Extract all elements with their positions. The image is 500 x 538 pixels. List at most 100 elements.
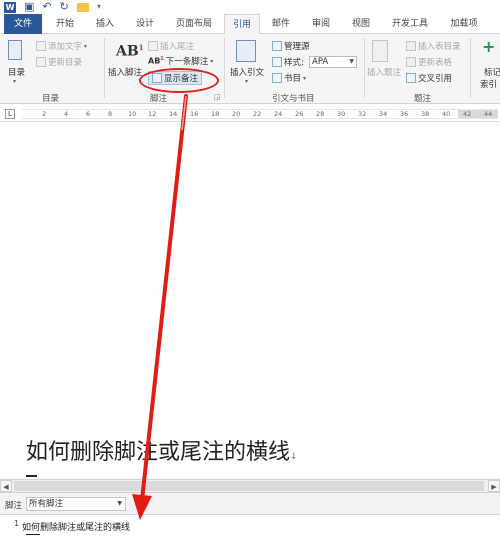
tab-file[interactable]: 文件 bbox=[4, 14, 42, 34]
citation-style-select[interactable]: APA ▼ bbox=[309, 56, 357, 68]
open-folder-icon[interactable] bbox=[76, 2, 89, 12]
ruler-tick: 4 bbox=[64, 110, 69, 118]
tab-mailings[interactable]: 邮件 bbox=[264, 14, 298, 34]
footnote-filter-select[interactable]: 所有脚注 ▼ bbox=[26, 497, 126, 511]
tab-review[interactable]: 审阅 bbox=[304, 14, 338, 34]
update-toc-button[interactable]: 更新目录 bbox=[36, 56, 82, 68]
insert-endnote-icon bbox=[148, 41, 158, 51]
ruler-tick: 24 bbox=[274, 110, 283, 118]
insert-endnote-button[interactable]: 插入尾注 bbox=[148, 40, 194, 52]
table-of-figures-icon bbox=[406, 41, 416, 51]
ruler-tick: 44 bbox=[484, 110, 493, 118]
toc-dropdown-icon[interactable]: ▾ bbox=[13, 78, 16, 85]
ruler-tick: 20 bbox=[232, 110, 241, 118]
tab-view[interactable]: 视图 bbox=[344, 14, 378, 34]
insert-caption-button[interactable]: 插入题注 bbox=[367, 66, 401, 78]
ruler-tick: 38 bbox=[421, 110, 430, 118]
insert-citation-dropdown-icon[interactable]: ▾ bbox=[245, 78, 248, 85]
insert-footnote-icon[interactable]: AB1 bbox=[116, 43, 144, 60]
ruler-tick: 8 bbox=[108, 110, 113, 118]
footnote-underline bbox=[26, 534, 40, 535]
footnote-sup-glyph: 1 bbox=[138, 43, 144, 52]
customize-toolbar-icon[interactable]: ▾ bbox=[97, 1, 101, 13]
manage-sources-icon bbox=[272, 41, 282, 51]
ruler-tick: 34 bbox=[379, 110, 388, 118]
cross-reference-icon bbox=[406, 73, 416, 83]
insert-citation-button[interactable]: 插入引文 bbox=[230, 66, 264, 78]
mark-entry-icon[interactable]: + bbox=[482, 39, 496, 56]
ruler-tick: 10 bbox=[128, 110, 137, 118]
next-footnote-button[interactable]: AB1 下一条脚注 ▾ bbox=[148, 55, 213, 67]
footnote-dialog-launcher-icon[interactable]: ◲ bbox=[214, 93, 221, 101]
footnote-filter-value: 所有脚注 bbox=[29, 499, 64, 509]
tab-design[interactable]: 设计 bbox=[128, 14, 162, 34]
footnote-ab-glyph: AB bbox=[116, 43, 139, 60]
paragraph-mark: ↓ bbox=[290, 452, 298, 462]
insert-footnote-button[interactable]: 插入脚注 bbox=[108, 66, 142, 78]
document-page[interactable]: 如何删除脚注或尾注的横线↓ bbox=[0, 122, 500, 479]
next-footnote-label: 下一条脚注 bbox=[165, 57, 209, 67]
update-table-label: 更新表格 bbox=[418, 58, 453, 68]
insert-table-of-figures-button[interactable]: 插入表目录 bbox=[406, 40, 461, 52]
tab-insert[interactable]: 插入 bbox=[88, 14, 122, 34]
ruler-tick: 32 bbox=[358, 110, 367, 118]
insert-citation-icon[interactable] bbox=[236, 40, 256, 62]
update-table-button[interactable]: 更新表格 bbox=[406, 56, 452, 68]
scrollbar-thumb[interactable] bbox=[14, 481, 484, 491]
style-icon bbox=[272, 57, 282, 67]
footnote-separator bbox=[26, 475, 37, 477]
ruler-tick: 14 bbox=[169, 110, 178, 118]
redo-icon[interactable]: ↻ bbox=[60, 1, 69, 13]
bibliography-button[interactable]: 书目 ▾ bbox=[272, 72, 306, 84]
footnote-pane-label: 脚注 bbox=[5, 501, 23, 511]
horizontal-ruler: L 2 4 6 8 10 12 14 16 18 20 22 24 26 28 … bbox=[0, 105, 500, 122]
cross-reference-button[interactable]: 交叉引用 bbox=[406, 72, 452, 84]
captions-group-label: 题注 bbox=[414, 94, 432, 104]
ruler-tick: 2 bbox=[42, 110, 47, 118]
add-text-button[interactable]: 添加文字 ▾ bbox=[36, 40, 87, 52]
ruler-tick: 22 bbox=[253, 110, 262, 118]
group-separator bbox=[364, 38, 365, 98]
tab-selector[interactable]: L bbox=[5, 109, 15, 119]
ruler-tick: 30 bbox=[337, 110, 346, 118]
ruler-tick: 12 bbox=[148, 110, 157, 118]
tab-references[interactable]: 引用 bbox=[224, 14, 260, 35]
word-icon: W bbox=[4, 1, 16, 13]
index-button[interactable]: 索引 bbox=[480, 78, 497, 90]
next-footnote-glyph: AB bbox=[148, 56, 161, 66]
ruler-tick: 26 bbox=[295, 110, 304, 118]
mark-entry-button[interactable]: 标记 bbox=[484, 66, 500, 78]
tab-addins[interactable]: 加载项 bbox=[442, 14, 486, 34]
scroll-left-icon[interactable]: ◀ bbox=[0, 480, 12, 492]
tab-home[interactable]: 开始 bbox=[48, 14, 82, 34]
tab-page-layout[interactable]: 页面布局 bbox=[168, 14, 220, 34]
table-of-contents-icon[interactable] bbox=[8, 40, 22, 60]
ruler-tick: 18 bbox=[211, 110, 220, 118]
update-toc-label: 更新目录 bbox=[48, 58, 83, 68]
manage-sources-label: 管理源 bbox=[284, 42, 310, 52]
insert-caption-icon[interactable] bbox=[372, 40, 388, 62]
toc-button[interactable]: 目录 bbox=[8, 66, 25, 78]
chevron-down-icon: ▼ bbox=[117, 500, 122, 507]
document-heading[interactable]: 如何删除脚注或尾注的横线↓ bbox=[26, 434, 298, 466]
next-footnote-sup: 1 bbox=[160, 56, 164, 63]
footnote-text[interactable]: 如何删除脚注或尾注的横线 bbox=[22, 520, 130, 533]
undo-icon[interactable]: ↶ bbox=[42, 1, 51, 13]
cross-reference-label: 交叉引用 bbox=[418, 74, 453, 84]
next-footnote-icon: AB1 bbox=[148, 56, 164, 66]
ruler-tick: 42 bbox=[463, 110, 472, 118]
horizontal-scrollbar[interactable]: ◀ ▶ bbox=[0, 479, 500, 493]
tab-developer[interactable]: 开发工具 bbox=[384, 14, 436, 34]
add-text-dropdown-icon: ▾ bbox=[84, 42, 88, 50]
ruler-tick: 36 bbox=[400, 110, 409, 118]
ribbon-references: 目录 ▾ 添加文字 ▾ 更新目录 目录 AB1 插入脚注 插入尾注 AB1 下一… bbox=[0, 34, 500, 104]
update-toc-icon bbox=[36, 57, 46, 67]
scroll-right-icon[interactable]: ▶ bbox=[488, 480, 500, 492]
manage-sources-button[interactable]: 管理源 bbox=[272, 40, 310, 52]
save-icon[interactable]: ▣ bbox=[24, 1, 34, 13]
group-separator bbox=[470, 38, 471, 98]
citation-style-value: APA bbox=[312, 57, 329, 67]
insert-endnote-label: 插入尾注 bbox=[160, 42, 195, 52]
toc-group-label: 目录 bbox=[42, 94, 60, 104]
document-heading-text: 如何删除脚注或尾注的横线 bbox=[26, 440, 291, 465]
